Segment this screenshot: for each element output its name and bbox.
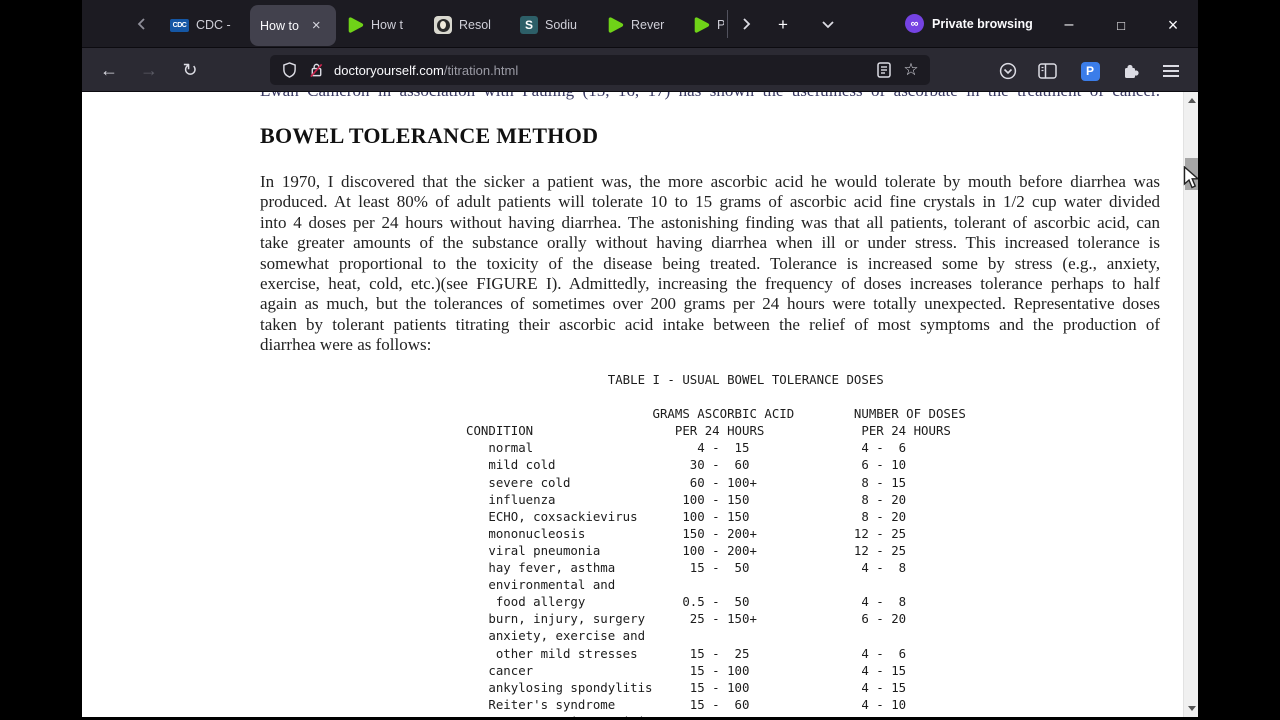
tab-bar: CDC CDC - How to × How t Resol S Sodiu R… xyxy=(82,0,1198,48)
reload-icon: ↻ xyxy=(182,59,198,80)
private-browsing-label: Private browsing xyxy=(932,16,1033,31)
paragraph-line: somewhat proportional to the toxicity of… xyxy=(260,253,1160,273)
paragraph-line: again as much, but the tolerances of som… xyxy=(260,294,1160,314)
tab-scroll-right-button[interactable] xyxy=(738,16,754,32)
paragraph-line: taken by tolerant patients titrating the… xyxy=(260,314,1160,334)
url-path: /titration.html xyxy=(443,62,519,78)
bookmark-star-icon[interactable]: ☆ xyxy=(902,60,920,79)
tab-rever[interactable]: Rever xyxy=(606,6,688,44)
navigation-toolbar: ← → ↻ doctoryourself.com/titration.html … xyxy=(82,48,1198,92)
private-browsing-badge: ∞ Private browsing xyxy=(905,14,1033,33)
tab-separator xyxy=(727,10,728,38)
insecure-lock-icon[interactable] xyxy=(307,61,325,79)
tab-label: Sodiu xyxy=(545,18,577,32)
extension-p-icon[interactable]: P xyxy=(1079,60,1101,82)
minimize-button[interactable]: – xyxy=(1053,10,1085,40)
close-icon: × xyxy=(1167,14,1179,35)
scroll-up-arrow-icon xyxy=(1187,98,1196,103)
forward-arrow-icon: → xyxy=(140,59,158,80)
menu-hamburger-icon[interactable] xyxy=(1160,60,1182,82)
url-domain: doctoryourself.com xyxy=(334,62,444,78)
back-button[interactable]: ← xyxy=(98,59,120,81)
mouse-cursor xyxy=(1183,165,1198,195)
private-mask-icon: ∞ xyxy=(905,14,924,33)
extensions-puzzle-icon[interactable] xyxy=(1120,60,1142,82)
paragraph-line: take greater amounts of the substance or… xyxy=(260,233,1160,253)
plus-icon: + xyxy=(778,15,788,34)
reader-view-icon[interactable] xyxy=(875,61,893,79)
tab-cdc[interactable]: CDC CDC - xyxy=(170,6,244,44)
cdc-favicon-icon: CDC xyxy=(170,18,189,32)
tab-label: Resol xyxy=(459,18,491,32)
tab-label: How to xyxy=(260,18,299,33)
tab-label: How t xyxy=(371,18,403,32)
page-viewport: Ewan Cameron in association with Pauling… xyxy=(82,92,1198,717)
tab-resol[interactable]: Resol xyxy=(434,6,516,44)
forward-button[interactable]: → xyxy=(138,59,160,81)
s-letter-favicon-icon: S xyxy=(520,16,538,34)
tab-close-icon[interactable]: × xyxy=(312,17,321,34)
maximize-button[interactable]: □ xyxy=(1105,10,1137,40)
close-button[interactable]: × xyxy=(1157,10,1189,40)
green-play-icon xyxy=(348,17,364,33)
tab-list-dropdown-button[interactable] xyxy=(820,16,836,32)
clipped-reference-line: Ewan Cameron in association with Pauling… xyxy=(260,92,1160,101)
tab-scroll-left-button[interactable] xyxy=(134,16,150,32)
url-text[interactable]: doctoryourself.com/titration.html xyxy=(334,63,866,78)
reload-button[interactable]: ↻ xyxy=(179,59,201,81)
pocket-icon[interactable] xyxy=(997,60,1019,82)
tracking-shield-icon[interactable] xyxy=(280,61,298,79)
tab-label: P xyxy=(717,18,724,32)
paragraph-line: exercise, heat, cold, etc.)(see FIGURE I… xyxy=(260,274,1160,294)
resol-favicon-icon xyxy=(434,16,452,34)
sidebar-toggle-icon[interactable] xyxy=(1036,60,1058,82)
browser-window: CDC CDC - How to × How t Resol S Sodiu R… xyxy=(82,0,1198,717)
new-tab-button[interactable]: + xyxy=(770,12,796,38)
paragraph-line: into 4 doses per 24 hours without having… xyxy=(260,212,1160,232)
tab-how[interactable]: How t xyxy=(346,6,430,44)
scroll-down-arrow-icon xyxy=(1187,706,1196,711)
scroll-up-button[interactable] xyxy=(1184,92,1198,109)
minimize-icon: – xyxy=(1064,16,1074,33)
tolerance-table-pre: TABLE I - USUAL BOWEL TOLERANCE DOSES GR… xyxy=(466,372,966,717)
tab-p[interactable]: P xyxy=(692,6,724,44)
tab-label: Rever xyxy=(631,18,665,32)
scroll-down-button[interactable] xyxy=(1184,700,1198,717)
body-paragraph: In 1970, I discovered that the sicker a … xyxy=(260,172,1160,356)
paragraph-line: diarrhea were as follows: xyxy=(260,335,432,355)
tab-how-to-active[interactable]: How to × xyxy=(250,5,336,46)
green-play-icon xyxy=(694,17,710,33)
url-bar[interactable]: doctoryourself.com/titration.html ☆ xyxy=(270,55,930,85)
letterbox-left xyxy=(0,0,82,720)
chevron-down-icon xyxy=(822,21,834,29)
chevron-right-icon xyxy=(743,18,751,30)
tab-sodium[interactable]: S Sodiu xyxy=(520,6,602,44)
letterbox-right xyxy=(1198,0,1280,720)
page-title: BOWEL TOLERANCE METHOD xyxy=(260,123,599,148)
tab-label: CDC - xyxy=(196,18,231,32)
paragraph-line: produced. At least 80% of adult patients… xyxy=(260,192,1160,212)
maximize-icon: □ xyxy=(1117,17,1125,33)
paragraph-line: In 1970, I discovered that the sicker a … xyxy=(260,172,1160,191)
chevron-left-icon xyxy=(137,18,145,30)
back-arrow-icon: ← xyxy=(100,59,118,80)
green-play-icon xyxy=(608,17,624,33)
